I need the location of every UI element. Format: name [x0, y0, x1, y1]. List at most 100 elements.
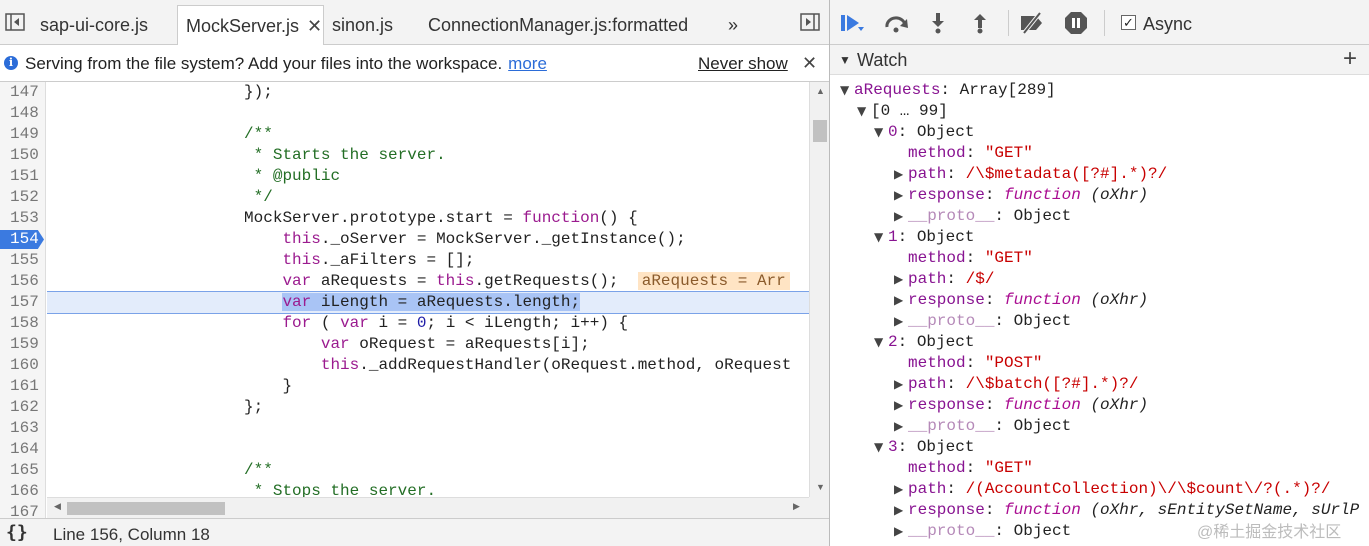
scroll-up-icon[interactable]: ▲ [816, 86, 825, 96]
array-item-row[interactable]: ▼ 2: Object [874, 332, 974, 353]
property-row[interactable]: ▶ path: /$/ [894, 269, 994, 290]
scrollbar-thumb[interactable] [67, 502, 225, 515]
step-over-icon[interactable] [882, 10, 910, 36]
line-number[interactable]: 157 [0, 292, 46, 313]
line-number[interactable]: 167 [0, 502, 46, 518]
infobar-more-link[interactable]: more [508, 54, 547, 73]
expand-triangle-icon[interactable]: ▶ [894, 479, 908, 500]
line-number[interactable]: 161 [0, 376, 46, 397]
debugger-toggle-icon[interactable] [795, 6, 825, 38]
line-number[interactable]: 156 [0, 271, 46, 292]
pretty-print-icon[interactable]: {} [6, 519, 28, 546]
add-watch-icon[interactable]: + [1343, 44, 1357, 74]
vertical-scrollbar[interactable]: ▲ ▼ [809, 82, 829, 497]
line-number[interactable]: 152 [0, 187, 46, 208]
expand-triangle-icon[interactable]: ▶ [894, 206, 908, 227]
tab-connection-manager[interactable]: ConnectionManager.js:formatted [420, 5, 720, 45]
line-number[interactable]: 160 [0, 355, 46, 376]
line-number[interactable]: 149 [0, 124, 46, 145]
never-show-link[interactable]: Never show [698, 45, 788, 82]
line-number[interactable]: 163 [0, 418, 46, 439]
collapse-triangle-icon[interactable]: ▼ [874, 122, 888, 143]
function-args: (oXhr, sEntitySetName, sUrlP [1090, 501, 1360, 519]
close-tab-icon[interactable]: ✕ [307, 6, 322, 46]
expand-triangle-icon[interactable]: ▶ [894, 290, 908, 311]
object-type: Object [916, 333, 975, 351]
line-number[interactable]: 148 [0, 103, 46, 124]
expand-triangle-icon[interactable]: ▶ [894, 185, 908, 206]
property-row: method: "POST" [908, 354, 1043, 372]
selected-text: var iLength = aRequests.length; [282, 293, 581, 311]
scroll-right-icon[interactable]: ▶ [793, 501, 800, 512]
expand-triangle-icon[interactable]: ▶ [894, 500, 908, 521]
code-area[interactable]: }); /** * Starts the server. * @public *… [47, 82, 809, 497]
scrollbar-thumb[interactable] [813, 120, 827, 142]
status-bar: {} Line 156, Column 18 [0, 518, 829, 546]
collapse-triangle-icon[interactable]: ▼ [874, 437, 888, 458]
code-editor[interactable]: 147 148 149 150 151 152 153 154 155 156 157 158 159 1… [0, 82, 829, 518]
expand-triangle-icon[interactable]: ▶ [894, 269, 908, 290]
expand-triangle-icon[interactable]: ▶ [894, 374, 908, 395]
line-number-gutter[interactable]: 147 148 149 150 151 152 153 154 155 156 157 158 159 1… [0, 82, 46, 518]
step-out-icon[interactable] [966, 10, 994, 36]
async-checkbox[interactable]: ✓ [1121, 15, 1136, 30]
array-item-row[interactable]: ▼ 3: Object [874, 437, 974, 458]
line-number[interactable]: 151 [0, 166, 46, 187]
line-number[interactable]: 153 [0, 208, 46, 229]
pause-on-exceptions-icon[interactable] [1062, 10, 1090, 36]
collapse-triangle-icon[interactable]: ▼ [874, 227, 888, 248]
line-number[interactable]: 159 [0, 334, 46, 355]
array-range-row[interactable]: ▼ [0 … 99] [857, 101, 948, 122]
line-number[interactable]: 158 [0, 313, 46, 334]
property-row[interactable]: ▶ path: /\$metadata([?#].*)?/ [894, 164, 1167, 185]
property-value: "GET" [984, 144, 1033, 162]
scroll-down-icon[interactable]: ▼ [816, 482, 825, 492]
navigator-toggle-icon[interactable] [0, 6, 30, 38]
tab-sinon[interactable]: sinon.js [324, 5, 414, 45]
line-number[interactable]: 150 [0, 145, 46, 166]
line-number[interactable]: 166 [0, 481, 46, 502]
object-type: Object [916, 123, 975, 141]
array-item-row[interactable]: ▼ 1: Object [874, 227, 974, 248]
sources-pane: sap-ui-core.js MockServer.js ✕ sinon.js C… [0, 0, 829, 546]
proto-row[interactable]: ▶ __proto__: Object [894, 311, 1071, 332]
array-item-row[interactable]: ▼ 0: Object [874, 122, 974, 143]
code-token: var [340, 314, 369, 332]
property-row[interactable]: ▶ path: /\$batch([?#].*)?/ [894, 374, 1138, 395]
expand-triangle-icon[interactable]: ▶ [894, 395, 908, 416]
expand-triangle-icon[interactable]: ▶ [894, 521, 908, 542]
array-index: 1 [888, 228, 898, 246]
expand-triangle-icon[interactable]: ▶ [894, 164, 908, 185]
property-row[interactable]: ▶ response: function (oXhr) [894, 395, 1148, 416]
async-label[interactable]: Async [1143, 0, 1192, 45]
breakpoint-line-number[interactable]: 154 [0, 229, 46, 250]
infobar-close-icon[interactable]: ✕ [802, 45, 817, 82]
line-number[interactable]: 164 [0, 439, 46, 460]
proto-row[interactable]: ▶ __proto__: Object [894, 206, 1071, 227]
proto-row[interactable]: ▶ __proto__: Object [894, 521, 1071, 542]
collapse-triangle-icon[interactable]: ▼ [857, 101, 871, 122]
more-tabs-icon[interactable]: » [728, 5, 738, 45]
proto-row[interactable]: ▶ __proto__: Object [894, 416, 1071, 437]
resume-icon[interactable] [838, 10, 866, 36]
expand-triangle-icon[interactable]: ▶ [894, 416, 908, 437]
property-row[interactable]: ▶ path: /(AccountCollection)\/\$count\/?(… [894, 479, 1330, 500]
collapse-triangle-icon[interactable]: ▼ [874, 332, 888, 353]
tab-sap-ui-core[interactable]: sap-ui-core.js [32, 5, 177, 45]
property-row[interactable]: ▶ response: function (oXhr) [894, 185, 1148, 206]
expand-triangle-icon[interactable]: ▶ [894, 311, 908, 332]
line-number[interactable]: 155 [0, 250, 46, 271]
line-number[interactable]: 162 [0, 397, 46, 418]
horizontal-scrollbar[interactable]: ◀ ▶ [47, 497, 809, 518]
property-row[interactable]: ▶ response: function (oXhr) [894, 290, 1148, 311]
tab-mockserver[interactable]: MockServer.js ✕ [177, 5, 324, 46]
scroll-left-icon[interactable]: ◀ [54, 501, 61, 512]
watch-section-header[interactable]: ▼ Watch + [830, 45, 1369, 75]
deactivate-breakpoints-icon[interactable] [1018, 10, 1046, 36]
watch-expression-row[interactable]: ▼ aRequests: Array[289] [840, 80, 1056, 101]
step-into-icon[interactable] [924, 10, 952, 36]
collapse-triangle-icon[interactable]: ▼ [840, 80, 854, 101]
line-number[interactable]: 147 [0, 82, 46, 103]
line-number[interactable]: 165 [0, 460, 46, 481]
expand-triangle-icon[interactable]: ▼ [839, 45, 851, 75]
